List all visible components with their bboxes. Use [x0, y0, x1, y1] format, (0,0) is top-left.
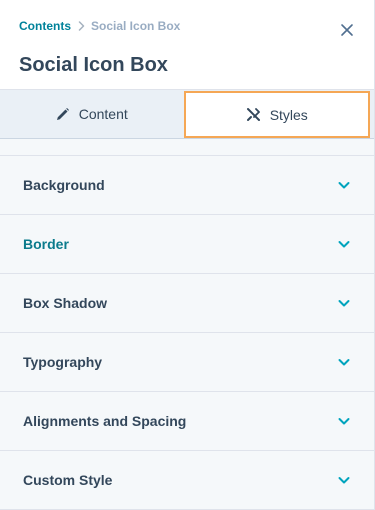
chevron-down-icon	[337, 355, 351, 369]
section-label: Background	[23, 177, 105, 193]
style-sections: Background Border Box Shadow Typography …	[0, 155, 374, 510]
close-icon[interactable]	[339, 22, 355, 38]
tab-content[interactable]: Content	[0, 90, 183, 138]
section-label: Alignments and Spacing	[23, 413, 187, 429]
chevron-down-icon	[337, 237, 351, 251]
tab-bar: Content Styles	[0, 90, 374, 139]
tab-styles-label: Styles	[269, 106, 308, 123]
panel-header: Contents Social Icon Box Social Icon Box	[0, 0, 374, 90]
chevron-down-icon	[337, 473, 351, 487]
section-custom-style[interactable]: Custom Style	[0, 451, 374, 510]
chevron-right-icon	[78, 21, 85, 31]
page-title: Social Icon Box	[19, 54, 168, 76]
section-box-shadow[interactable]: Box Shadow	[0, 274, 374, 333]
style-editor-panel: Contents Social Icon Box Social Icon Box…	[0, 0, 375, 510]
chevron-down-icon	[337, 178, 351, 192]
section-label: Custom Style	[23, 472, 113, 488]
breadcrumb-contents-link[interactable]: Contents	[19, 19, 71, 33]
breadcrumb-current: Social Icon Box	[91, 19, 181, 33]
pencil-icon	[55, 107, 70, 122]
section-border[interactable]: Border	[0, 215, 374, 274]
tab-content-label: Content	[78, 106, 128, 122]
section-typography[interactable]: Typography	[0, 333, 374, 392]
tab-styles[interactable]: Styles	[183, 91, 370, 138]
chevron-down-icon	[337, 414, 351, 428]
section-label: Border	[23, 236, 69, 252]
section-label: Typography	[23, 354, 103, 370]
styles-icon	[246, 107, 261, 122]
section-alignments-spacing[interactable]: Alignments and Spacing	[0, 392, 374, 451]
section-background[interactable]: Background	[0, 156, 374, 215]
section-label: Box Shadow	[23, 295, 108, 311]
chevron-down-icon	[337, 296, 351, 310]
breadcrumb: Contents Social Icon Box	[19, 18, 355, 34]
